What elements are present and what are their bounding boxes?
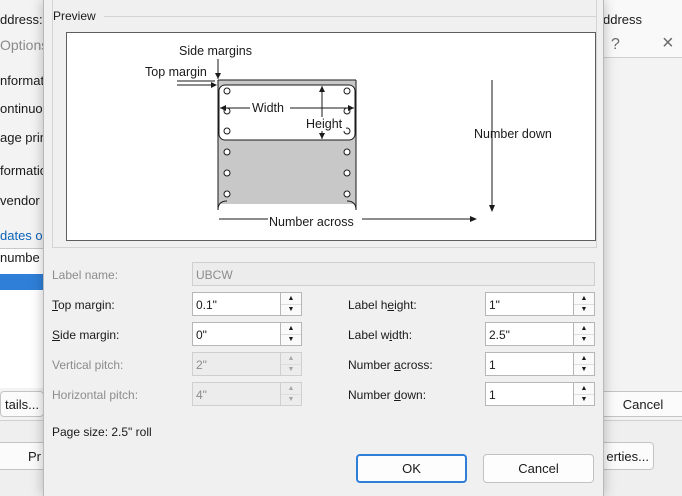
background-link[interactable]: dates or xyxy=(0,228,44,243)
spin-down-icon[interactable]: ▼ xyxy=(574,305,594,316)
height-label: Height xyxy=(306,117,343,131)
side-margins-label: Side margins xyxy=(179,44,252,58)
label-height-input[interactable]: 1" xyxy=(485,292,573,316)
background-text: ddress xyxy=(603,12,643,27)
spin-down-icon: ▼ xyxy=(287,366,295,374)
spin-up-icon[interactable]: ▲ xyxy=(281,323,301,335)
top-margin-label: Top margin: xyxy=(52,298,115,312)
background-listbox[interactable] xyxy=(0,248,44,388)
number-down-spinner[interactable]: 1 ▲ ▼ xyxy=(485,382,595,406)
spin-up-icon[interactable]: ▲ xyxy=(574,383,594,395)
feed-hole xyxy=(343,169,351,177)
spin-up-icon: ▲ xyxy=(281,353,301,365)
feed-hole xyxy=(223,169,231,177)
page-size-text: Page size: 2.5" roll xyxy=(52,425,152,439)
background-text: ddress: xyxy=(0,12,43,27)
spin-up-icon[interactable]: ▲ xyxy=(574,353,594,365)
background-text: ontinuo xyxy=(0,101,43,116)
feed-hole xyxy=(343,87,351,95)
label-width-spinner[interactable]: 2.5" ▲ ▼ xyxy=(485,322,595,346)
horizontal-pitch-label: Horizontal pitch: xyxy=(52,388,139,402)
vertical-pitch-spinner: 2" ▲ ▼ xyxy=(192,352,302,376)
ok-button[interactable]: OK xyxy=(356,454,467,483)
label-height-spinner[interactable]: 1" ▲ ▼ xyxy=(485,292,595,316)
spin-down-icon[interactable]: ▼ xyxy=(574,395,594,406)
top-margin-spinner[interactable]: 0.1" ▲ ▼ xyxy=(192,292,302,316)
background-selected-row[interactable] xyxy=(0,274,44,290)
width-label: Width xyxy=(252,101,284,115)
spin-down-icon[interactable]: ▼ xyxy=(281,305,301,316)
label-preview-diagram: Side margins Top margin Width Height Num… xyxy=(145,44,552,229)
background-text: age prin xyxy=(0,130,44,145)
horizontal-pitch-spinner: 4" ▲ ▼ xyxy=(192,382,302,406)
background-details-button[interactable]: tails... xyxy=(0,391,44,417)
label-name-input: UBCW xyxy=(192,262,595,286)
label-details-dialog: Preview Side margins Top margin Width He… xyxy=(43,0,604,496)
feed-hole xyxy=(343,190,351,198)
label-height-label: Label height: xyxy=(348,298,417,312)
feed-hole xyxy=(223,87,231,95)
top-margin-input[interactable]: 0.1" xyxy=(192,292,280,316)
background-list-header: numbe xyxy=(0,250,40,265)
preview-box: Side margins Top margin Width Height Num… xyxy=(66,32,596,241)
number-across-label: Number across: xyxy=(348,358,433,372)
label-width-label: Label width: xyxy=(348,328,413,342)
vertical-pitch-input: 2" xyxy=(192,352,280,376)
side-margin-label: Side margin: xyxy=(52,328,120,342)
spin-up-icon[interactable]: ▲ xyxy=(281,293,301,305)
help-icon[interactable]: ? xyxy=(611,36,620,54)
vertical-pitch-label: Vertical pitch: xyxy=(52,358,124,372)
label-width-input[interactable]: 2.5" xyxy=(485,322,573,346)
number-down-field-label: Number down: xyxy=(348,388,427,402)
feed-hole xyxy=(223,127,231,135)
spin-down-icon[interactable]: ▼ xyxy=(281,335,301,346)
background-print-button[interactable]: Pr xyxy=(0,442,44,470)
feed-hole xyxy=(223,148,231,156)
spin-up-icon: ▲ xyxy=(281,383,301,395)
feed-hole xyxy=(343,148,351,156)
background-cancel-button[interactable]: Cancel xyxy=(603,391,682,417)
close-icon[interactable]: × xyxy=(662,32,674,55)
top-margin-arrow xyxy=(177,80,217,88)
label-name-label: Label name: xyxy=(52,268,119,282)
number-down-input[interactable]: 1 xyxy=(485,382,573,406)
spin-up-icon[interactable]: ▲ xyxy=(574,293,594,305)
background-text: formatio xyxy=(0,163,44,178)
side-margin-input[interactable]: 0" xyxy=(192,322,280,346)
spin-up-icon[interactable]: ▲ xyxy=(574,323,594,335)
background-text: vendor xyxy=(0,193,40,208)
preview-title: Preview xyxy=(53,9,100,23)
spin-down-icon[interactable]: ▼ xyxy=(574,335,594,346)
preview-group-line xyxy=(104,16,596,17)
background-text: Options xyxy=(0,37,44,53)
number-across-diagram-label: Number across xyxy=(269,215,354,229)
background-properties-button[interactable]: erties... xyxy=(596,442,654,470)
number-down-label: Number down xyxy=(474,127,552,141)
top-margin-diagram-label: Top margin xyxy=(145,65,207,79)
number-down-arrow xyxy=(489,80,495,212)
number-across-spinner[interactable]: 1 ▲ ▼ xyxy=(485,352,595,376)
spin-down-icon: ▼ xyxy=(287,396,295,404)
cancel-button[interactable]: Cancel xyxy=(483,454,594,483)
number-across-input[interactable]: 1 xyxy=(485,352,573,376)
feed-hole xyxy=(223,190,231,198)
spin-down-icon[interactable]: ▼ xyxy=(574,365,594,376)
background-text: nformat xyxy=(0,73,44,88)
horizontal-pitch-input: 4" xyxy=(192,382,280,406)
side-margin-arrow xyxy=(215,59,221,79)
side-margin-spinner[interactable]: 0" ▲ ▼ xyxy=(192,322,302,346)
